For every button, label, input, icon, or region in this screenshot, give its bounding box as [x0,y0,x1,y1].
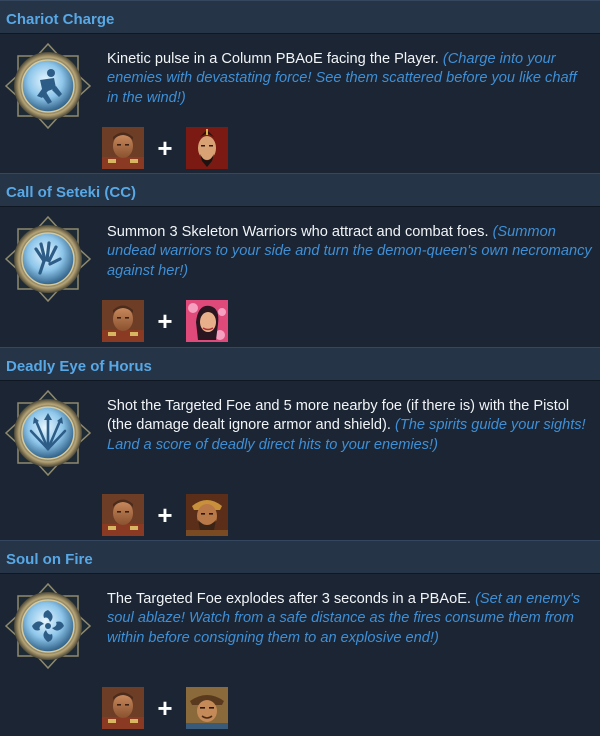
combo-plus: + [157,500,173,530]
ability-title: Call of Seteki (CC) [6,184,137,201]
ability-title: Soul on Fire [6,551,93,568]
combo-row: + [102,300,228,342]
commander-portrait [102,687,144,729]
combo-plus: + [157,306,173,336]
barbarian-portrait [186,494,228,536]
ability-section: Deadly Eye of Horus Shot the Targeted Fo… [0,347,600,540]
ability-section: Call of Seteki (CC) Summon 3 Skeleton Wa… [0,173,600,347]
ability-description: Kinetic pulse in a Column PBAoE facing t… [107,51,439,67]
commander-portrait [102,300,144,342]
adventurer-portrait [186,687,228,729]
ability-section: Soul on Fire The Targeted Foe explodes a… [0,540,600,736]
ability-header: Deadly Eye of Horus [0,347,600,381]
warlord-portrait [186,127,228,169]
sorceress-portrait [186,300,228,342]
combo-row: + [102,494,228,536]
combo-row: + [102,127,228,169]
arrow-burst-icon [4,389,92,477]
ability-header: Chariot Charge [0,0,600,34]
combo-plus: + [157,693,173,723]
skeletal-hand-icon [4,215,92,303]
commander-portrait [102,494,144,536]
ability-description: Summon 3 Skeleton Warriors who attract a… [107,224,489,240]
ability-title: Deadly Eye of Horus [6,358,152,375]
commander-portrait [102,127,144,169]
spiral-flame-icon [4,582,92,670]
ability-description: The Targeted Foe explodes after 3 second… [107,591,471,607]
ability-header: Call of Seteki (CC) [0,173,600,207]
ability-section: Chariot Charge Kinetic pulse in a Column… [0,0,600,173]
combo-row: + [102,687,228,729]
chariot-charge-icon [4,42,92,130]
ability-header: Soul on Fire [0,540,600,574]
combo-plus: + [157,133,173,163]
ability-title: Chariot Charge [6,11,115,28]
